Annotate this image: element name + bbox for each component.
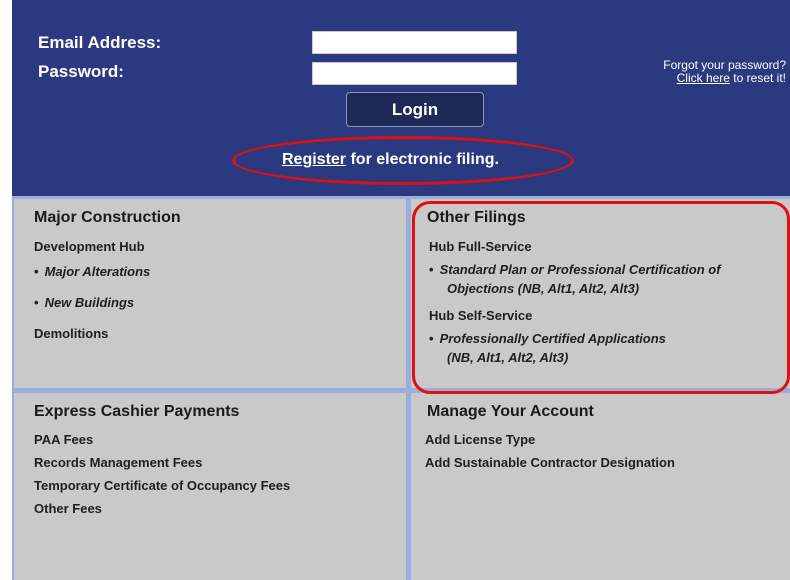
register-suffix: for electronic filing. [346,151,499,168]
add-sustainable-contractor-link[interactable]: Add Sustainable Contractor Designation [425,455,675,470]
other-filings-title: Other Filings [427,209,526,226]
major-construction-title: Major Construction [34,209,181,226]
reset-password-suffix: to reset it! [729,71,786,85]
add-license-type-link[interactable]: Add License Type [425,432,535,447]
bullet-icon: • [34,264,39,279]
professionally-certified-link-line2[interactable]: (NB, Alt1, Alt2, Alt3) [447,350,568,365]
demolitions-link[interactable]: Demolitions [34,326,108,341]
register-text: Register for electronic filing. [282,151,499,169]
password-label: Password: [38,62,124,81]
password-field[interactable] [312,62,517,85]
other-filings-panel: Other Filings Hub Full-Service • Standard… [411,199,790,388]
login-button[interactable]: Login [346,92,484,127]
tco-fees-link[interactable]: Temporary Certificate of Occupancy Fees [34,478,290,493]
express-cashier-panel: Express Cashier Payments PAA Fees Record… [14,393,406,580]
reset-password-link[interactable]: Click here [677,71,730,85]
standard-plan-link[interactable]: • Standard Plan or Professional Certifica… [429,262,721,277]
hub-self-service-link[interactable]: Hub Self-Service [429,308,532,323]
register-link[interactable]: Register [282,151,346,168]
forgot-password: Forgot your password? Click here to rese… [618,59,786,85]
manage-account-title: Manage Your Account [427,403,594,420]
bullet-icon: • [429,331,434,346]
bullet-icon: • [34,295,39,310]
major-construction-panel: Major Construction Development Hub • Majo… [14,199,406,388]
records-management-fees-link[interactable]: Records Management Fees [34,455,202,470]
development-hub-link[interactable]: Development Hub [34,239,145,254]
express-cashier-title: Express Cashier Payments [34,403,240,420]
bullet-icon: • [429,262,434,277]
major-alterations-link[interactable]: • Major Alterations [34,264,150,279]
standard-plan-link-line2[interactable]: Objections (NB, Alt1, Alt2, Alt3) [447,281,639,296]
paa-fees-link[interactable]: PAA Fees [34,432,93,447]
other-fees-link[interactable]: Other Fees [34,501,102,516]
hub-full-service-link[interactable]: Hub Full-Service [429,239,532,254]
email-label: Email Address: [38,33,162,52]
new-buildings-link[interactable]: • New Buildings [34,295,134,310]
email-field[interactable] [312,31,517,54]
professionally-certified-link[interactable]: • Professionally Certified Applications [429,331,666,346]
manage-account-panel: Manage Your Account Add License Type Add… [411,393,790,580]
